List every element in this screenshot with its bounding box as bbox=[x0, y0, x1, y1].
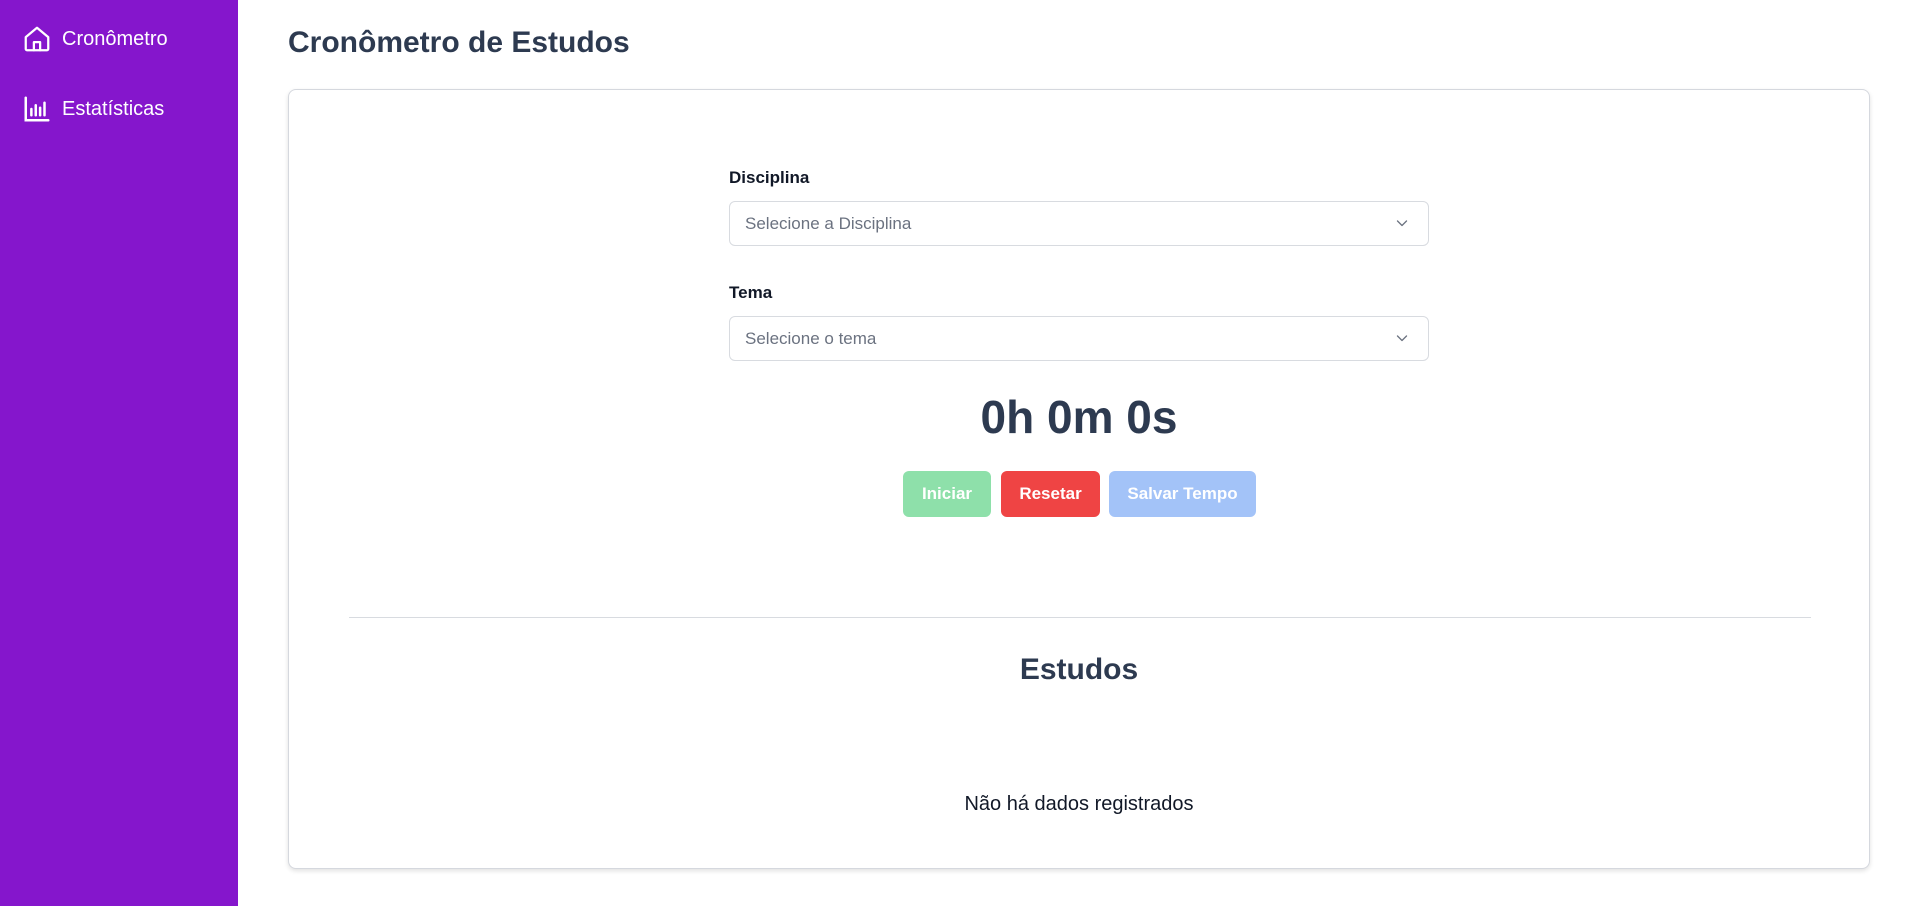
chevron-down-icon bbox=[1396, 220, 1408, 227]
start-button[interactable]: Iniciar bbox=[903, 471, 991, 517]
bar-chart-icon bbox=[22, 94, 52, 124]
timer-display: 0h 0m 0s bbox=[980, 391, 1178, 443]
timer-card: Disciplina Selecione a Disciplina Tema S… bbox=[288, 89, 1870, 869]
save-time-button[interactable]: Salvar Tempo bbox=[1109, 471, 1256, 517]
empty-state-message: Não há dados registrados bbox=[964, 793, 1194, 815]
discipline-label: Disciplina bbox=[729, 168, 810, 187]
page-title: Cronômetro de Estudos bbox=[288, 26, 630, 59]
sidebar-item-label: Cronômetro bbox=[62, 27, 168, 50]
discipline-placeholder: Selecione a Disciplina bbox=[745, 213, 912, 233]
sidebar-item-cronometro[interactable]: Cronômetro bbox=[22, 24, 168, 54]
sidebar-item-estatisticas[interactable]: Estatísticas bbox=[22, 94, 164, 124]
topic-placeholder: Selecione o tema bbox=[745, 328, 877, 348]
sidebar-item-label: Estatísticas bbox=[62, 97, 165, 120]
sidebar: Cronômetro Estatísticas bbox=[0, 0, 238, 906]
divider bbox=[349, 617, 1811, 618]
studies-title: Estudos bbox=[1019, 653, 1139, 686]
topic-select[interactable]: Selecione o tema bbox=[729, 316, 1429, 361]
reset-button[interactable]: Resetar bbox=[1001, 471, 1100, 517]
topic-label: Tema bbox=[729, 283, 773, 302]
home-icon bbox=[22, 24, 52, 54]
chevron-down-icon bbox=[1396, 335, 1408, 342]
discipline-select[interactable]: Selecione a Disciplina bbox=[729, 201, 1429, 246]
